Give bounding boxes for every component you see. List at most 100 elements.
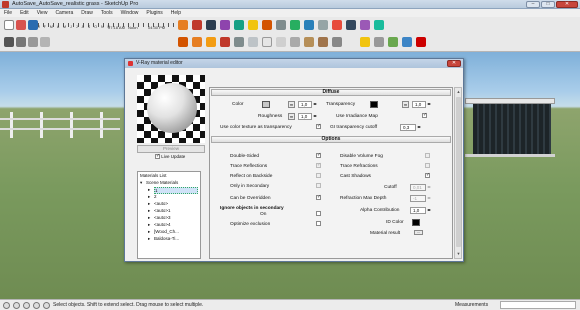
dialog-close-button[interactable]: ✕ xyxy=(447,60,461,67)
measurements-input[interactable] xyxy=(500,301,576,309)
vray-render-icon[interactable] xyxy=(192,20,202,30)
vray-camera-icon[interactable] xyxy=(374,20,384,30)
optimize-exclusion-checkbox[interactable] xyxy=(316,221,321,226)
help-icon[interactable] xyxy=(33,302,40,309)
wireframe-style-icon[interactable] xyxy=(276,37,286,47)
orbit-tool-icon[interactable] xyxy=(4,37,14,47)
top-view-icon[interactable] xyxy=(192,37,202,47)
menu-draw[interactable]: Draw xyxy=(81,10,93,16)
material-list-item[interactable]: <auto> xyxy=(154,201,168,206)
spin-icon[interactable]: ◂▸ xyxy=(427,207,431,212)
options-section-header[interactable]: Options xyxy=(211,136,451,143)
double-sided-checkbox[interactable] xyxy=(316,152,321,158)
material-list-item[interactable]: 1 xyxy=(154,187,198,194)
id-color-swatch[interactable] xyxy=(412,219,420,226)
reflect-backside-checkbox[interactable] xyxy=(316,173,321,178)
spin-icon[interactable]: ◂▸ xyxy=(427,184,431,189)
vray-infinite-plane-icon[interactable] xyxy=(332,20,342,30)
spin-icon[interactable]: ◂▸ xyxy=(313,113,317,118)
menu-plugins[interactable]: Plugins xyxy=(146,10,162,16)
can-be-overridden-checkbox[interactable] xyxy=(316,194,321,200)
back-view-icon[interactable] xyxy=(234,37,244,47)
vray-omni-light-icon[interactable] xyxy=(248,20,258,30)
shadow-toggle-icon[interactable] xyxy=(360,37,370,47)
section-plane-icon[interactable] xyxy=(388,37,398,47)
zoom-extents-icon[interactable] xyxy=(40,37,50,47)
material-result-button[interactable]: ... xyxy=(414,230,423,235)
minimize-button[interactable]: – xyxy=(526,1,540,8)
vray-fur-icon[interactable] xyxy=(360,20,370,30)
geo-location-icon[interactable] xyxy=(3,302,10,309)
material-list-item[interactable]: <auto>1 xyxy=(154,208,171,213)
preview-button[interactable]: Preview xyxy=(137,145,205,153)
right-view-icon[interactable] xyxy=(220,37,230,47)
scroll-up-icon[interactable]: ▲ xyxy=(456,89,461,95)
textured-style-icon[interactable] xyxy=(318,37,328,47)
refraction-depth-value[interactable]: -1 xyxy=(410,195,426,202)
vray-material-editor-icon[interactable] xyxy=(234,20,244,30)
diffuse-section-header[interactable]: Diffuse xyxy=(211,89,451,96)
roughness-map-button[interactable]: m xyxy=(288,113,295,120)
iso-view-icon[interactable] xyxy=(178,37,188,47)
scroll-down-icon[interactable]: ▼ xyxy=(456,251,461,257)
cutoff-value[interactable]: 0,01 xyxy=(410,184,426,191)
vray-dome-light-icon[interactable] xyxy=(304,20,314,30)
diffuse-color-value[interactable]: 1,0 xyxy=(298,101,312,108)
hidden-line-style-icon[interactable] xyxy=(290,37,300,47)
vray-proxy-icon[interactable] xyxy=(346,20,356,30)
material-list-item[interactable]: <auto>3 xyxy=(154,215,171,220)
spin-icon[interactable]: ◂▸ xyxy=(417,124,421,129)
model-info-icon[interactable] xyxy=(178,20,188,30)
material-list-item[interactable]: <auto>4 xyxy=(154,222,171,227)
diffuse-color-swatch[interactable] xyxy=(262,101,270,108)
material-list-item[interactable]: 2 xyxy=(154,194,157,199)
menu-tools[interactable]: Tools xyxy=(101,10,113,16)
vray-options-icon[interactable] xyxy=(206,20,216,30)
materials-list[interactable]: Materials List ▾ Scene Materials ▸ 1 ▸ 2… xyxy=(137,171,201,259)
left-view-icon[interactable] xyxy=(248,37,258,47)
menu-edit[interactable]: Edit xyxy=(20,10,29,16)
live-update-checkbox[interactable] xyxy=(155,153,160,160)
user-icon[interactable] xyxy=(23,302,30,309)
zoom-tool-icon[interactable] xyxy=(28,37,38,47)
trace-refractions-checkbox[interactable] xyxy=(425,163,430,168)
walk-tool-icon[interactable] xyxy=(402,37,412,47)
vray-frame-buffer-icon[interactable] xyxy=(220,20,230,30)
menu-file[interactable]: File xyxy=(4,10,12,16)
monochrome-style-icon[interactable] xyxy=(332,37,342,47)
instructor-icon[interactable] xyxy=(43,302,50,309)
trace-reflections-checkbox[interactable] xyxy=(316,162,321,168)
vray-ies-light-icon[interactable] xyxy=(290,20,300,30)
material-list-item[interactable]: [Wood_Ch... xyxy=(154,229,179,234)
menu-window[interactable]: Window xyxy=(121,10,139,16)
xray-style-icon[interactable] xyxy=(262,37,272,47)
spin-icon[interactable]: ◂▸ xyxy=(427,101,431,106)
roughness-value[interactable]: 1,0 xyxy=(298,113,312,120)
only-secondary-checkbox[interactable] xyxy=(316,183,321,188)
gi-cutoff-value[interactable]: 0,3 xyxy=(400,124,416,131)
color-tex-transparency-checkbox[interactable] xyxy=(316,123,321,129)
paint-bucket-icon[interactable] xyxy=(28,20,38,30)
diffuse-color-map-button[interactable]: m xyxy=(288,101,295,108)
scene-materials-node[interactable]: Scene Materials xyxy=(146,180,178,185)
menu-camera[interactable]: Camera xyxy=(55,10,73,16)
spin-icon[interactable]: ◂▸ xyxy=(313,101,317,106)
look-around-icon[interactable] xyxy=(416,37,426,47)
vray-sphere-light-icon[interactable] xyxy=(318,20,328,30)
fog-toggle-icon[interactable] xyxy=(374,37,384,47)
vray-rect-light-icon[interactable] xyxy=(262,20,272,30)
tree-expand-icon[interactable]: ▾ xyxy=(140,180,142,186)
vray-spot-light-icon[interactable] xyxy=(276,20,286,30)
ignore-secondary-checkbox[interactable] xyxy=(316,211,321,216)
shaded-style-icon[interactable] xyxy=(304,37,314,47)
material-list-item[interactable]: Baldosa-Ti... xyxy=(154,236,179,241)
select-tool-icon[interactable] xyxy=(4,20,14,30)
disable-volume-fog-checkbox[interactable] xyxy=(425,153,430,158)
scrollbar-thumb[interactable] xyxy=(456,97,461,247)
alpha-contribution-value[interactable]: 1,0 xyxy=(410,207,426,214)
close-button[interactable]: ✕ xyxy=(556,1,578,8)
cast-shadows-checkbox[interactable] xyxy=(425,172,430,178)
transparency-map-button[interactable]: m xyxy=(402,101,409,108)
credits-icon[interactable] xyxy=(13,302,20,309)
properties-scrollbar[interactable]: ▲ ▼ xyxy=(454,87,462,259)
